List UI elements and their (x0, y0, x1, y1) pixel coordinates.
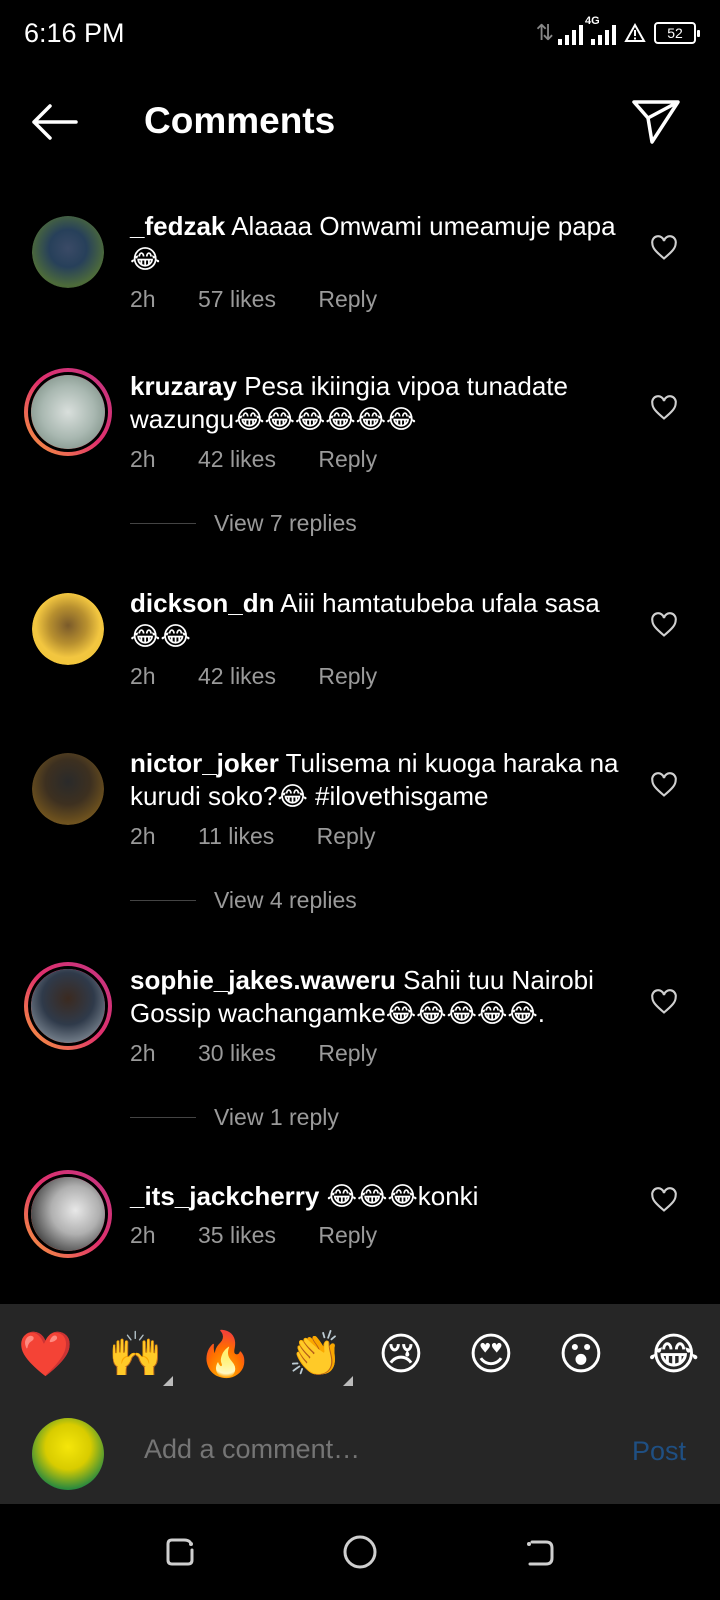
comment-likes[interactable]: 35 likes (198, 1222, 276, 1248)
status-icons: ⇅ 4G 52 (535, 15, 700, 46)
emoji-heart-eyes-button[interactable]: 😍 (468, 1330, 514, 1380)
avatar[interactable] (24, 962, 112, 1050)
view-replies-label[interactable]: View 7 replies (214, 510, 357, 537)
emoji-surprised-button[interactable]: 😮 (558, 1330, 604, 1380)
skin-tone-indicator-icon (162, 1376, 173, 1386)
comment-time: 2h (130, 446, 156, 472)
comment-time: 2h (130, 1040, 156, 1066)
comment-username[interactable]: nictor_joker (130, 748, 279, 778)
back-arrow-icon[interactable] (28, 100, 80, 144)
status-time: 6:16 PM (24, 18, 125, 48)
comment-time: 2h (130, 823, 156, 849)
avatar (32, 1418, 104, 1490)
heart-icon[interactable] (650, 988, 678, 1016)
page-title: Comments (144, 100, 336, 141)
emoji-raised-hands-button[interactable]: 🙌 (108, 1330, 173, 1386)
status-bar: 6:16 PM ⇅ 4G 52 (0, 0, 720, 64)
comment-likes[interactable]: 30 likes (198, 1040, 276, 1066)
emoji-fire-button[interactable]: 🔥 (198, 1330, 253, 1380)
comment-likes[interactable]: 42 likes (198, 663, 276, 689)
reply-button[interactable]: Reply (318, 1040, 377, 1066)
quick-emoji-bar: ❤️ 🙌 🔥 👏 😢 😍 😮 😂 (0, 1304, 720, 1404)
heart-icon[interactable] (650, 771, 678, 799)
reply-button[interactable]: Reply (317, 823, 376, 849)
reply-button[interactable]: Reply (318, 1222, 377, 1248)
comment-time: 2h (130, 286, 156, 312)
comment-meta: 2h 42 likes Reply (130, 446, 413, 473)
reply-button[interactable]: Reply (318, 446, 377, 472)
view-replies-button[interactable]: View 1 reply (130, 1098, 530, 1138)
divider (130, 900, 196, 901)
data-transfer-icon: ⇅ (535, 20, 555, 45)
comment-composer: Post (0, 1404, 720, 1504)
reply-button[interactable]: Reply (318, 286, 377, 312)
divider (130, 523, 196, 524)
recent-apps-icon[interactable] (160, 1532, 200, 1572)
view-replies-label[interactable]: View 4 replies (214, 887, 357, 914)
signal-strength-icon (591, 21, 616, 45)
avatar[interactable] (32, 753, 104, 825)
reply-button[interactable]: Reply (318, 663, 377, 689)
comment-username[interactable]: dickson_dn (130, 588, 274, 618)
comment-meta: 2h 57 likes Reply (130, 286, 413, 313)
comment-time: 2h (130, 1222, 156, 1248)
avatar[interactable] (24, 368, 112, 456)
avatar[interactable] (24, 1170, 112, 1258)
heart-icon[interactable] (650, 394, 678, 422)
comment-likes[interactable]: 11 likes (198, 823, 274, 849)
emoji-crying-button[interactable]: 😢 (378, 1330, 424, 1380)
heart-icon[interactable] (650, 611, 678, 639)
comment-meta: 2h 42 likes Reply (130, 663, 413, 690)
system-nav-bar (0, 1504, 720, 1600)
comment-meta: 2h 35 likes Reply (130, 1222, 413, 1249)
avatar[interactable] (32, 216, 104, 288)
home-icon[interactable] (340, 1532, 380, 1572)
warning-icon (624, 23, 646, 42)
comment-username[interactable]: _fedzak (130, 211, 225, 241)
comment-username[interactable]: sophie_jakes.waweru (130, 965, 396, 995)
comment-username[interactable]: _its_jackcherry (130, 1181, 319, 1211)
view-replies-button[interactable]: View 4 replies (130, 881, 530, 921)
emoji-heart-button[interactable]: ❤️ (18, 1330, 73, 1380)
comment-meta: 2h 30 likes Reply (130, 1040, 413, 1067)
avatar[interactable] (32, 593, 104, 665)
comment-time: 2h (130, 663, 156, 689)
divider (130, 1117, 196, 1118)
view-replies-button[interactable]: View 7 replies (130, 504, 530, 544)
signal-4g-icon: 4G (558, 15, 600, 45)
comment-meta: 2h 11 likes Reply (130, 823, 411, 850)
back-nav-icon[interactable] (520, 1532, 560, 1572)
emoji-laughing-button[interactable]: 😂 (648, 1330, 699, 1380)
battery-icon: 52 (654, 22, 700, 44)
comment-likes[interactable]: 57 likes (198, 286, 276, 312)
emoji-clap-button[interactable]: 👏 (288, 1330, 353, 1386)
comment-username[interactable]: kruzaray (130, 371, 237, 401)
comments-list: _fedzak Alaaaa Omwami umeamuje papa😂 2h … (0, 192, 720, 1304)
comment-input[interactable] (144, 1434, 584, 1465)
send-direct-icon[interactable] (630, 94, 682, 146)
heart-icon[interactable] (650, 1186, 678, 1214)
comment-likes[interactable]: 42 likes (198, 446, 276, 472)
skin-tone-indicator-icon (342, 1376, 353, 1386)
comment-text: 😂😂😂konki (326, 1181, 479, 1211)
header: Comments (0, 80, 720, 164)
heart-icon[interactable] (650, 234, 678, 262)
post-button[interactable]: Post (632, 1436, 686, 1467)
view-replies-label[interactable]: View 1 reply (214, 1104, 339, 1131)
